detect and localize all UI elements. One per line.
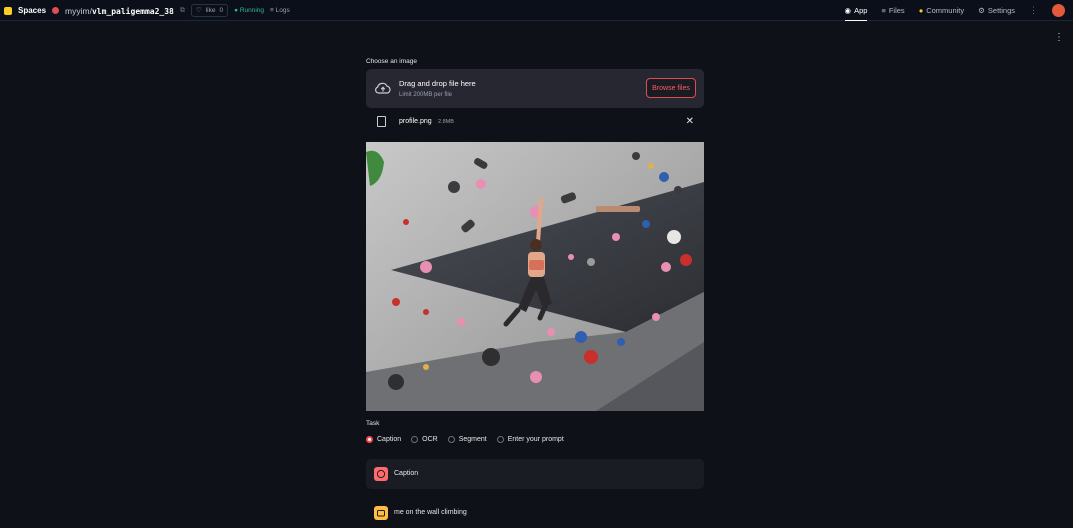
chat-message-text: Caption: [394, 470, 419, 477]
tab-app[interactable]: ◉ App: [844, 0, 868, 21]
tab-files-label: Files: [888, 6, 905, 15]
like-label: like: [205, 7, 216, 14]
copy-icon[interactable]: ⧉: [180, 7, 185, 15]
cloud-upload-icon: [375, 82, 391, 94]
uploaded-photo: [366, 142, 704, 411]
browse-files-button[interactable]: Browse files: [646, 78, 696, 98]
tab-app-label: App: [854, 5, 868, 15]
robot-icon: [377, 510, 385, 517]
task-option-caption[interactable]: Caption: [366, 436, 401, 443]
file-dropzone[interactable]: Drag and drop file here Limit 200MB per …: [366, 69, 704, 108]
logs-label: Logs: [275, 7, 290, 14]
files-icon: ≡: [881, 6, 886, 15]
task-option-prompt[interactable]: Enter your prompt: [496, 436, 564, 443]
logs-button[interactable]: ≡ Logs: [270, 7, 290, 14]
dropzone-title: Drag and drop file here: [399, 79, 476, 88]
file-name: profile.png: [399, 118, 432, 125]
tab-files[interactable]: ≡ Files: [881, 0, 904, 21]
task-option-label: Caption: [377, 436, 402, 443]
user-avatar[interactable]: [1052, 4, 1065, 17]
chat-message-user: Caption: [366, 459, 704, 489]
chat-message-text: me on the wall climbing: [394, 509, 467, 516]
task-radio-group: Caption OCR Segment Enter your prompt: [366, 436, 564, 443]
uploaded-file-row: profile.png 2.8MB ✕: [366, 113, 704, 133]
like-button[interactable]: ♡ like 0: [190, 4, 229, 17]
task-label: Task: [366, 420, 380, 427]
more-options-icon[interactable]: ⋮: [1029, 5, 1038, 16]
chat-message-assistant: me on the wall climbing: [366, 498, 704, 528]
status-text: Running: [239, 7, 265, 14]
tab-community-label: Community: [926, 6, 965, 15]
task-option-label: Segment: [458, 436, 487, 443]
spaces-brand[interactable]: Spaces: [18, 6, 46, 15]
radio-icon: [496, 436, 504, 443]
gear-icon: ⚙: [978, 6, 985, 15]
user-avatar-icon: [374, 467, 388, 481]
repo-name[interactable]: vlm_paligemma2_38: [92, 7, 174, 16]
task-option-label: OCR: [422, 436, 438, 443]
assistant-avatar-icon: [374, 506, 388, 520]
radio-icon: [411, 436, 419, 443]
dropzone-limit: Limit 200MB per file: [399, 92, 453, 98]
community-icon: ●: [918, 6, 924, 15]
like-count: 0: [219, 7, 224, 14]
task-option-label: Enter your prompt: [507, 436, 564, 443]
spaces-logo-icon[interactable]: [4, 6, 12, 15]
top-bar: Spaces myyim/vlm_paligemma2_38 ⧉ ♡ like …: [0, 0, 1073, 21]
tab-settings[interactable]: ⚙ Settings: [978, 0, 1015, 21]
heart-icon: ♡: [195, 7, 202, 14]
radio-selected-icon: [366, 436, 373, 443]
task-option-segment[interactable]: Segment: [447, 436, 487, 443]
owner-name[interactable]: myyim: [65, 6, 90, 16]
uploader-label: Choose an image: [366, 58, 417, 65]
top-bar-right: ◉ App ≡ Files ● Community ⚙ Settings ⋮: [844, 0, 1065, 21]
app-icon: ◉: [844, 5, 852, 15]
task-option-ocr[interactable]: OCR: [411, 436, 438, 443]
file-size: 2.8MB: [438, 119, 454, 125]
remove-file-icon[interactable]: ✕: [686, 116, 694, 127]
top-bar-left: Spaces myyim/vlm_paligemma2_38 ⧉ ♡ like …: [4, 0, 290, 21]
status-badge: ● Running: [234, 7, 265, 14]
repo-path[interactable]: myyim/vlm_paligemma2_38: [65, 6, 174, 16]
tab-community[interactable]: ● Community: [919, 0, 964, 21]
radio-icon: [447, 436, 455, 443]
file-icon: [377, 116, 386, 127]
owner-avatar: [52, 7, 60, 14]
app-menu-icon[interactable]: ⋮: [1054, 33, 1064, 43]
tab-settings-label: Settings: [987, 6, 1015, 15]
smile-icon: [376, 469, 386, 479]
